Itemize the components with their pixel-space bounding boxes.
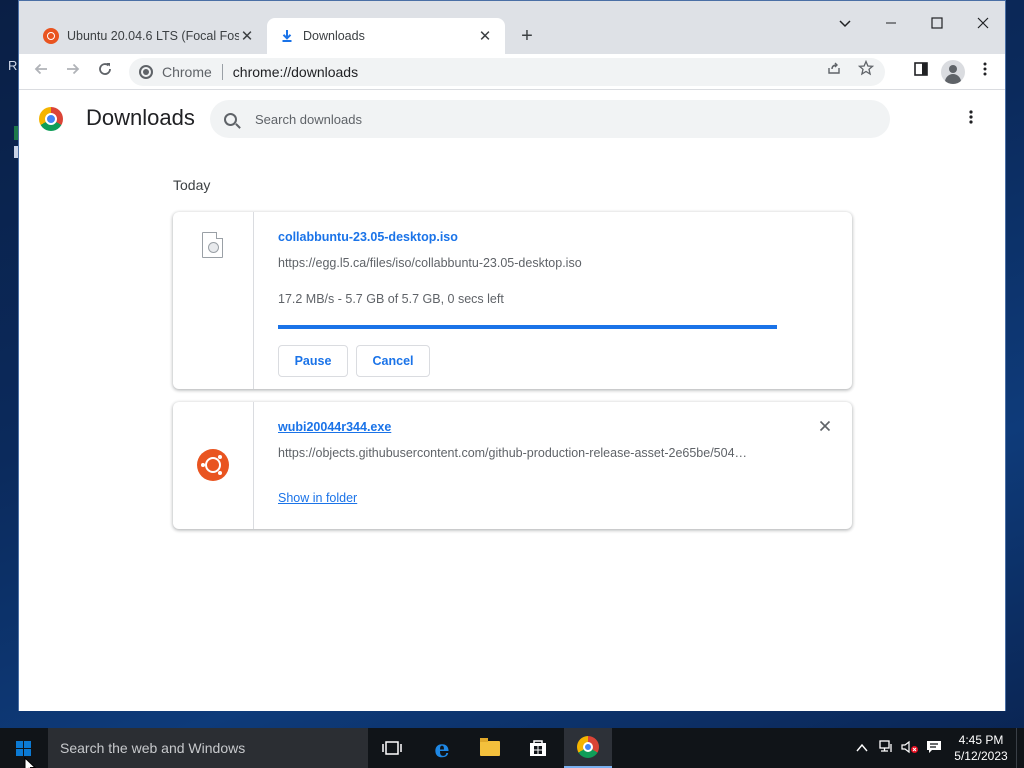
minimize-button[interactable] — [879, 13, 903, 37]
chrome-logo-icon — [39, 107, 63, 131]
close-window-button[interactable] — [971, 13, 995, 37]
file-icon — [202, 232, 223, 258]
more-vert-icon — [983, 62, 987, 76]
notifications-icon — [927, 740, 941, 753]
ubuntu-icon — [197, 449, 229, 481]
side-panel-button[interactable] — [909, 60, 933, 84]
taskbar-search-placeholder: Search the web and Windows — [60, 740, 246, 756]
download-item: wubi20044r344.exe https://objects.github… — [173, 402, 852, 529]
more-vert-icon — [969, 110, 973, 124]
file-source-url: https://objects.githubusercontent.com/gi… — [278, 446, 748, 460]
tab-close-icon[interactable]: ✕ — [477, 27, 493, 45]
file-name-link[interactable]: collabbuntu-23.05-desktop.iso — [278, 230, 458, 244]
progress-bar — [278, 325, 777, 329]
maximize-button[interactable] — [925, 13, 949, 37]
arrow-right-icon — [67, 63, 80, 75]
file-source-url: https://egg.l5.ca/files/iso/collabbuntu-… — [278, 256, 582, 270]
chrome-page-icon — [139, 65, 153, 79]
pause-button[interactable]: Pause — [278, 345, 348, 377]
edge-taskbar-button[interactable]: e — [418, 728, 466, 768]
system-tray: 4:45 PM 5/12/2023 — [850, 728, 1024, 768]
share-icon — [828, 62, 840, 74]
search-icon — [224, 112, 237, 126]
browser-toolbar: Chrome chrome://downloads — [19, 54, 1005, 90]
page-title: Downloads — [86, 105, 195, 130]
download-item-icon-column — [173, 212, 254, 389]
remove-download-button[interactable] — [815, 418, 835, 438]
volume-muted-icon — [901, 740, 918, 753]
downloads-header: Downloads — [19, 90, 1005, 148]
show-hidden-icons-button[interactable] — [850, 741, 874, 756]
chrome-icon — [577, 736, 599, 758]
chrome-menu-button[interactable] — [973, 60, 997, 84]
reload-button[interactable] — [93, 60, 117, 84]
download-icon — [282, 30, 292, 42]
action-center-button[interactable] — [922, 740, 946, 757]
tab-search-button[interactable] — [833, 13, 857, 37]
tab-strip: Ubuntu 20.04.6 LTS (Focal Fossa) ✕ Downl… — [19, 1, 1005, 54]
new-tab-button[interactable]: + — [515, 25, 539, 49]
omnibox-divider — [221, 64, 223, 80]
omnibox-label: Chrome — [162, 64, 212, 80]
bookmark-button[interactable] — [855, 59, 877, 84]
tab-title: Downloads — [303, 29, 365, 43]
ubuntu-icon — [43, 28, 59, 44]
maximize-icon — [931, 17, 943, 29]
mouse-cursor-icon — [24, 757, 37, 768]
desktop-icon-label-fragment: R — [8, 58, 18, 73]
folder-icon — [480, 737, 500, 756]
close-icon — [819, 420, 831, 432]
task-view-icon — [382, 741, 402, 755]
forward-button[interactable] — [61, 60, 85, 84]
search-input[interactable] — [255, 111, 815, 127]
download-item-icon-column — [173, 402, 254, 529]
edge-icon: e — [434, 733, 450, 763]
address-bar[interactable]: Chrome chrome://downloads — [129, 58, 885, 86]
star-icon — [857, 59, 875, 76]
back-button[interactable] — [29, 60, 53, 84]
tab-ubuntu[interactable]: Ubuntu 20.04.6 LTS (Focal Fossa) ✕ — [31, 18, 267, 54]
chrome-taskbar-button[interactable] — [564, 728, 612, 768]
network-icon — [879, 739, 892, 752]
side-panel-icon — [914, 62, 928, 76]
network-button[interactable] — [874, 739, 898, 757]
progress-bar-fill — [278, 325, 777, 329]
tab-close-icon[interactable]: ✕ — [239, 27, 255, 45]
tab-downloads[interactable]: Downloads ✕ — [267, 18, 505, 54]
taskbar-search-box[interactable]: Search the web and Windows — [48, 728, 368, 768]
clock-date: 5/12/2023 — [954, 749, 1008, 763]
downloads-page: Downloads Today collabbuntu-23.05-deskto… — [19, 90, 1005, 711]
minimize-icon — [886, 22, 896, 24]
show-desktop-button[interactable] — [1016, 728, 1024, 768]
file-name-link[interactable]: wubi20044r344.exe — [278, 420, 391, 434]
search-downloads-box[interactable] — [210, 100, 890, 138]
tab-title: Ubuntu 20.04.6 LTS (Focal Fossa) — [67, 29, 239, 43]
close-icon — [977, 17, 989, 29]
volume-button[interactable] — [898, 740, 922, 757]
chevron-down-icon — [839, 20, 851, 28]
reload-icon — [99, 63, 111, 75]
task-view-button[interactable] — [368, 728, 416, 768]
clock-time: 4:45 PM — [958, 733, 1004, 747]
profile-avatar[interactable] — [941, 60, 965, 84]
arrow-left-icon — [34, 63, 47, 75]
downloads-more-button[interactable] — [959, 108, 983, 132]
url-text[interactable]: chrome://downloads — [233, 64, 358, 80]
chevron-up-icon — [856, 743, 868, 751]
download-item: collabbuntu-23.05-desktop.iso https://eg… — [173, 212, 852, 389]
show-in-folder-link[interactable]: Show in folder — [278, 491, 357, 505]
store-icon — [530, 740, 546, 756]
date-group-header: Today — [173, 177, 211, 193]
taskbar: Search the web and Windows e 4:45 PM 5/1… — [0, 728, 1024, 768]
browser-window: Ubuntu 20.04.6 LTS (Focal Fossa) ✕ Downl… — [18, 0, 1006, 711]
store-taskbar-button[interactable] — [514, 728, 562, 768]
share-button[interactable] — [823, 60, 845, 84]
cancel-button[interactable]: Cancel — [356, 345, 430, 377]
windows-logo-icon — [16, 741, 32, 756]
file-explorer-taskbar-button[interactable] — [466, 728, 514, 768]
download-status: 17.2 MB/s - 5.7 GB of 5.7 GB, 0 secs lef… — [278, 292, 504, 306]
taskbar-clock[interactable]: 4:45 PM 5/12/2023 — [946, 732, 1016, 764]
